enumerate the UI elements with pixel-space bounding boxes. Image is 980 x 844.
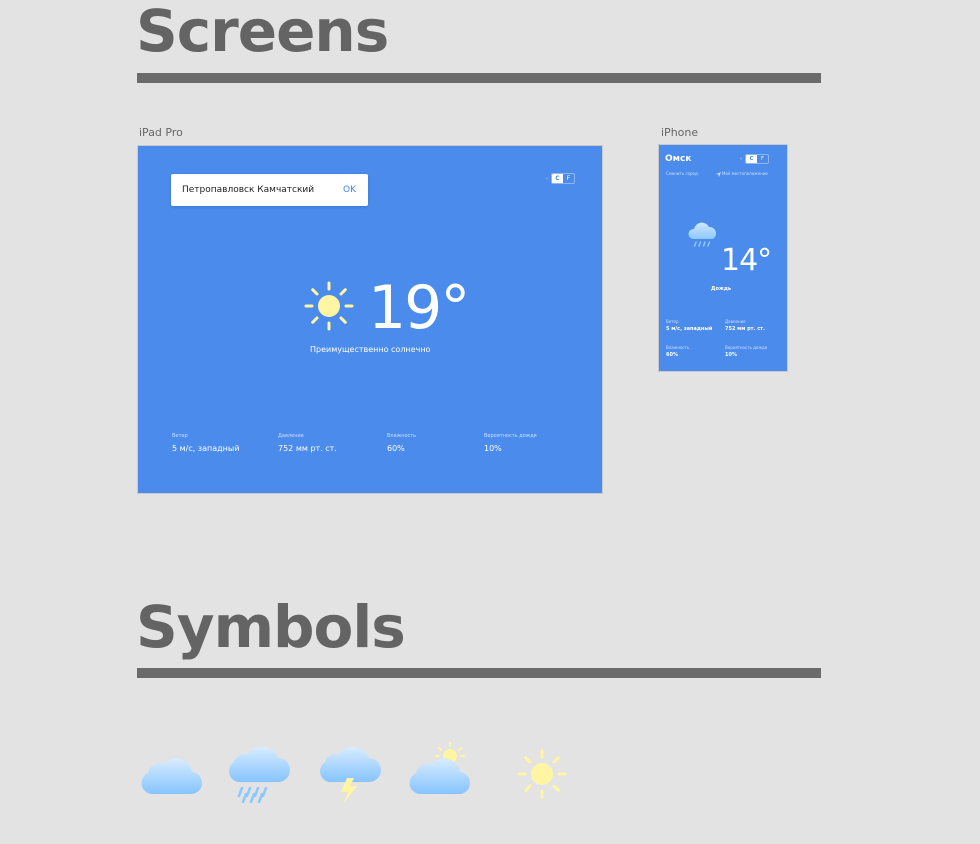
sun-icon: [517, 749, 567, 799]
rain-cloud-icon: [688, 222, 717, 247]
unit-arrow-icon: ‹: [740, 156, 742, 162]
unit-arrow-icon: ‹: [546, 175, 548, 182]
thunder-cloud-icon: [320, 746, 381, 804]
change-city-link[interactable]: Сменить город: [666, 171, 698, 176]
wind-value: 5 м/с, западный: [666, 326, 713, 332]
current-temperature: 19°: [368, 273, 470, 343]
humidity-value: 60%: [666, 352, 678, 358]
symbols-title: Symbols: [136, 593, 406, 661]
my-location-link[interactable]: Моё местоположение: [722, 171, 768, 176]
wind-label: Ветер: [172, 433, 188, 439]
cloud-icon: [141, 758, 202, 795]
ipad-frame-label: iPad Pro: [139, 126, 183, 139]
rain-chance-value: 10%: [484, 444, 502, 453]
rain-chance-value: 10%: [725, 352, 737, 358]
weather-description: Дождь: [711, 286, 732, 292]
wind-label: Ветер: [666, 319, 679, 324]
iphone-frame-label: iPhone: [661, 126, 699, 139]
humidity-label: Влажность: [666, 345, 690, 350]
ipad-screen: Петропавловск Камчатский OK ‹ C F 19° Пр…: [137, 145, 603, 494]
screens-divider: [137, 73, 821, 83]
partly-cloudy-icon: [409, 742, 471, 795]
unit-toggle[interactable]: ‹ C F: [740, 154, 769, 164]
unit-toggle[interactable]: ‹ C F: [546, 173, 575, 184]
sun-icon: [304, 281, 354, 331]
location-icon: [716, 172, 721, 177]
rain-cloud-icon: [229, 746, 290, 804]
weather-description: Преимущественно солнечно: [310, 345, 431, 354]
pressure-value: 752 мм рт. ст.: [725, 326, 765, 332]
pressure-label: Давление: [725, 319, 746, 324]
current-temperature: 14°: [721, 243, 772, 278]
unit-celsius-option[interactable]: C: [552, 174, 563, 183]
unit-fahrenheit-option[interactable]: F: [757, 155, 768, 163]
unit-fahrenheit-option[interactable]: F: [563, 174, 574, 183]
city-search-input[interactable]: Петропавловск Камчатский: [182, 185, 314, 195]
rain-chance-label: Вероятность дождя: [725, 345, 768, 350]
ok-button[interactable]: OK: [343, 185, 356, 195]
pressure-value: 752 мм рт. ст.: [278, 444, 337, 453]
humidity-label: Влажность: [387, 433, 417, 439]
wind-value: 5 м/с, западный: [172, 444, 240, 453]
city-name: Омск: [665, 154, 692, 164]
iphone-screen: Омск ‹ C F Сменить город Моё местоположе…: [658, 144, 788, 372]
humidity-value: 60%: [387, 444, 405, 453]
screens-title: Screens: [136, 0, 389, 65]
rain-chance-label: Вероятность дождя: [484, 433, 537, 439]
city-search-popup: Петропавловск Камчатский OK: [171, 174, 368, 206]
symbols-divider: [137, 668, 821, 678]
pressure-label: Давление: [278, 433, 304, 439]
unit-celsius-option[interactable]: C: [746, 155, 757, 163]
